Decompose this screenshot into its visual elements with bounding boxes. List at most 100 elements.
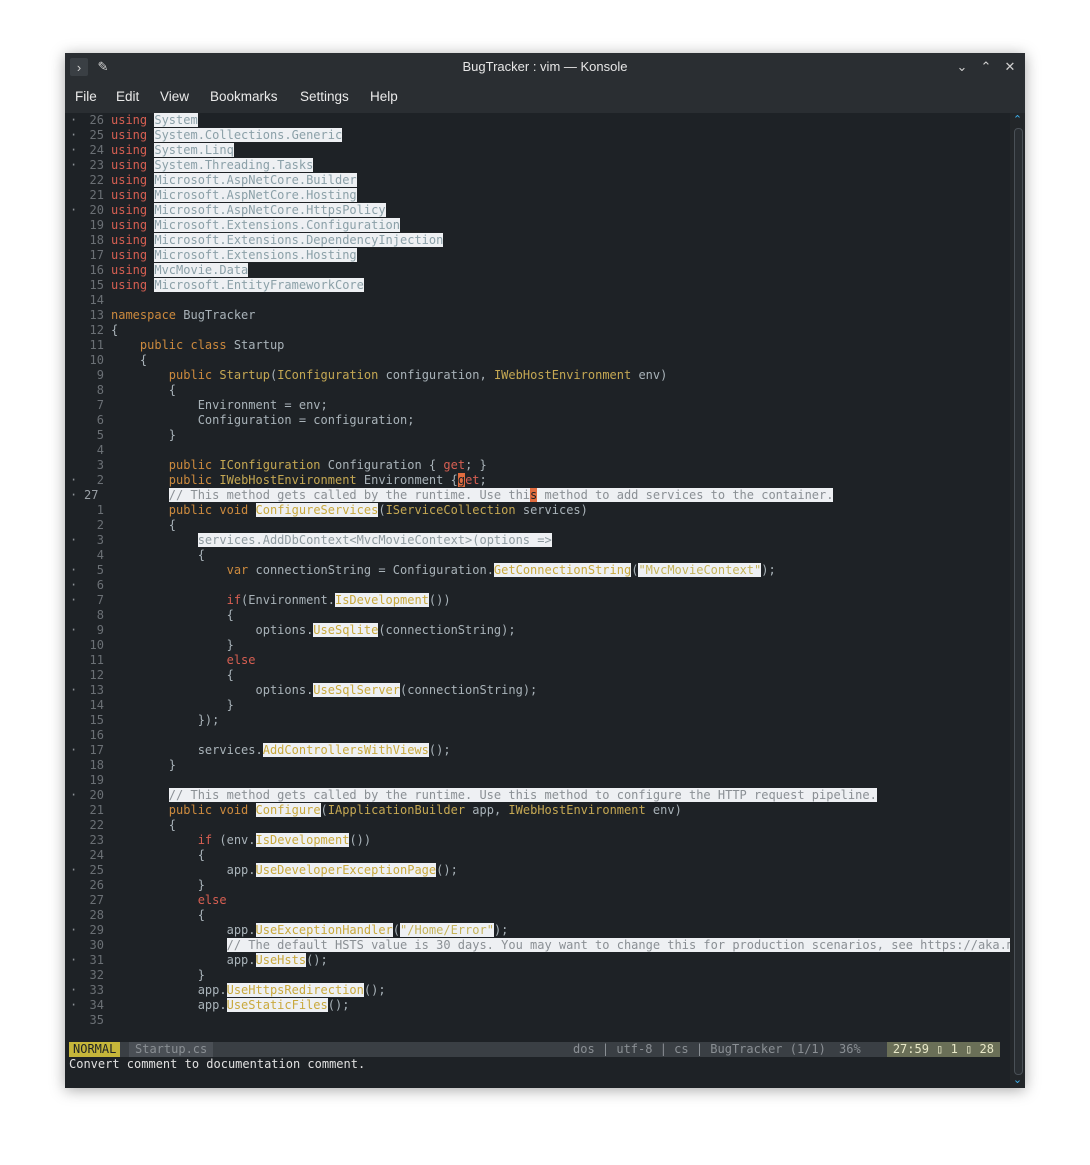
- code-line[interactable]: · 5 var connectionString = Configuration.…: [65, 563, 1010, 578]
- code-line[interactable]: 1 public void ConfigureServices(IService…: [65, 503, 1010, 518]
- code-line[interactable]: 8 {: [65, 383, 1010, 398]
- code-line[interactable]: · 6: [65, 578, 1010, 593]
- code-line[interactable]: 28 {: [65, 908, 1010, 923]
- code-line[interactable]: · 17 services.AddControllersWithViews();: [65, 743, 1010, 758]
- line-number: 10: [89, 353, 104, 367]
- code-line[interactable]: 21 public void Configure(IApplicationBui…: [65, 803, 1010, 818]
- code-line[interactable]: · 7 if(Environment.IsDevelopment()): [65, 593, 1010, 608]
- code-line[interactable]: 16 using MvcMovie.Data: [65, 263, 1010, 278]
- code-line[interactable]: 35: [65, 1013, 1010, 1028]
- line-number: 27: [89, 893, 104, 907]
- code-line[interactable]: 26 }: [65, 878, 1010, 893]
- code-line[interactable]: · 33 app.UseHttpsRedirection();: [65, 983, 1010, 998]
- scroll-down-icon[interactable]: ⌄: [1010, 1073, 1025, 1086]
- code-line[interactable]: · 25 using System.Collections.Generic: [65, 128, 1010, 143]
- code-line[interactable]: 19 using Microsoft.Extensions.Configurati…: [65, 218, 1010, 233]
- code-text: // The default HSTS value is 30 days. Yo…: [111, 938, 1025, 953]
- code-line[interactable]: 4 {: [65, 548, 1010, 563]
- code-text: {: [111, 848, 205, 862]
- code-text: {: [111, 608, 234, 622]
- code-line[interactable]: · 3 services.AddDbContext<MvcMovieContext…: [65, 533, 1010, 548]
- vim-editor[interactable]: 35 · 34 app.UseStaticFiles(); · 33 app.UseHt…: [65, 113, 1025, 1088]
- code-line[interactable]: 24 {: [65, 848, 1010, 863]
- code-line[interactable]: · 26 using System: [65, 113, 1010, 128]
- scrollbar[interactable]: ⌃ ⌄: [1010, 113, 1025, 1088]
- code-line[interactable]: · 24 using System.Linq: [65, 143, 1010, 158]
- line-number: 18: [89, 758, 104, 772]
- menu-file[interactable]: File: [75, 89, 97, 104]
- code-line[interactable]: · 9 options.UseSqlite(connectionString);: [65, 623, 1010, 638]
- code-line[interactable]: · 20 // This method gets called by the ru…: [65, 788, 1010, 803]
- code-line[interactable]: 2 {: [65, 518, 1010, 533]
- scroll-up-icon[interactable]: ⌃: [1010, 113, 1025, 126]
- code-line[interactable]: 23 if (env.IsDevelopment()): [65, 833, 1010, 848]
- code-line[interactable]: 21 using Microsoft.AspNetCore.Hosting: [65, 188, 1010, 203]
- code-line[interactable]: 18 }: [65, 758, 1010, 773]
- scrollbar-track[interactable]: [1014, 128, 1023, 1075]
- code-line[interactable]: 12 {: [65, 668, 1010, 683]
- code-line[interactable]: 16: [65, 728, 1010, 743]
- code-line[interactable]: 18 using Microsoft.Extensions.DependencyI…: [65, 233, 1010, 248]
- code-line[interactable]: 22 {: [65, 818, 1010, 833]
- menu-view[interactable]: View: [160, 89, 189, 104]
- minimize-button[interactable]: ⌄: [953, 58, 971, 76]
- code-line[interactable]: · 29 app.UseExceptionHandler("/Home/Error…: [65, 923, 1010, 938]
- vim-statusline: NORMAL Startup.cs dos | utf-8 | cs | Bug…: [69, 1042, 1000, 1057]
- code-line[interactable]: 17 using Microsoft.Extensions.Hosting: [65, 248, 1010, 263]
- code-text: app.UseExceptionHandler("/Home/Error");: [111, 923, 509, 937]
- code-line[interactable]: · 25 app.UseDeveloperExceptionPage();: [65, 863, 1010, 878]
- code-line[interactable]: 5 }: [65, 428, 1010, 443]
- code-line[interactable]: 11 else: [65, 653, 1010, 668]
- code-line[interactable]: 10 }: [65, 638, 1010, 653]
- line-number: 35: [89, 1013, 104, 1027]
- menu-help[interactable]: Help: [370, 89, 398, 104]
- code-line[interactable]: 8 {: [65, 608, 1010, 623]
- code-text: {: [111, 668, 234, 682]
- line-number: 29: [89, 923, 104, 937]
- command-line: Convert comment to documentation comment…: [69, 1057, 366, 1071]
- code-line[interactable]: · 27 // This method gets called by the ru…: [65, 488, 1010, 503]
- line-number: 18: [89, 233, 104, 247]
- code-line[interactable]: 32 }: [65, 968, 1010, 983]
- code-text: var connectionString = Configuration.Get…: [226, 563, 776, 577]
- code-line[interactable]: · 34 app.UseStaticFiles();: [65, 998, 1010, 1013]
- menu-settings[interactable]: Settings: [300, 89, 349, 104]
- code-text: public IWebHostEnvironment Environment {…: [168, 473, 487, 487]
- status-filename: Startup.cs: [129, 1042, 214, 1057]
- code-line[interactable]: 12 {: [65, 323, 1010, 338]
- line-number: 22: [89, 173, 104, 187]
- line-number: 24: [89, 143, 104, 157]
- code-line[interactable]: 27 else: [65, 893, 1010, 908]
- code-line[interactable]: 13 namespace BugTracker: [65, 308, 1010, 323]
- close-button[interactable]: ✕: [1001, 58, 1019, 76]
- code-line[interactable]: 30 // The default HSTS value is 30 days.…: [65, 938, 1025, 953]
- maximize-button[interactable]: ⌃: [977, 58, 995, 76]
- menu-bookmarks[interactable]: Bookmarks: [210, 89, 278, 104]
- code-text: // This method gets called by the runtim…: [168, 788, 877, 802]
- line-number: 3: [96, 533, 104, 547]
- code-line[interactable]: · 31 app.UseHsts();: [65, 953, 1010, 968]
- code-line[interactable]: · 23 using System.Threading.Tasks: [65, 158, 1010, 173]
- menu-edit[interactable]: Edit: [116, 89, 139, 104]
- code-line[interactable]: 15 });: [65, 713, 1010, 728]
- code-line[interactable]: 6 Configuration = configuration;: [65, 413, 1010, 428]
- code-line[interactable]: 22 using Microsoft.AspNetCore.Builder: [65, 173, 1010, 188]
- code-line[interactable]: 4: [65, 443, 1010, 458]
- code-text: using System.Linq: [111, 143, 234, 157]
- code-line[interactable]: 7 Environment = env;: [65, 398, 1010, 413]
- code-line[interactable]: 9 public Startup(IConfiguration configur…: [65, 368, 1010, 383]
- code-line[interactable]: 14: [65, 293, 1010, 308]
- code-text: services.AddControllersWithViews();: [111, 743, 451, 757]
- code-line[interactable]: 11 public class Startup: [65, 338, 1010, 353]
- code-line[interactable]: 19: [65, 773, 1010, 788]
- code-line[interactable]: 15 using Microsoft.EntityFrameworkCore: [65, 278, 1010, 293]
- mode-indicator: NORMAL: [69, 1042, 121, 1057]
- code-text: using Microsoft.Extensions.Hosting: [111, 248, 357, 262]
- code-line[interactable]: · 20 using Microsoft.AspNetCore.HttpsPolic…: [65, 203, 1010, 218]
- code-line[interactable]: 3 public IConfiguration Configuration { …: [65, 458, 1010, 473]
- code-line[interactable]: 10 {: [65, 353, 1010, 368]
- line-number: 28: [89, 908, 104, 922]
- code-line[interactable]: · 13 options.UseSqlServer(connectionStrin…: [65, 683, 1010, 698]
- code-line[interactable]: · 2 public IWebHostEnvironment Environmen…: [65, 473, 1010, 488]
- code-line[interactable]: 14 }: [65, 698, 1010, 713]
